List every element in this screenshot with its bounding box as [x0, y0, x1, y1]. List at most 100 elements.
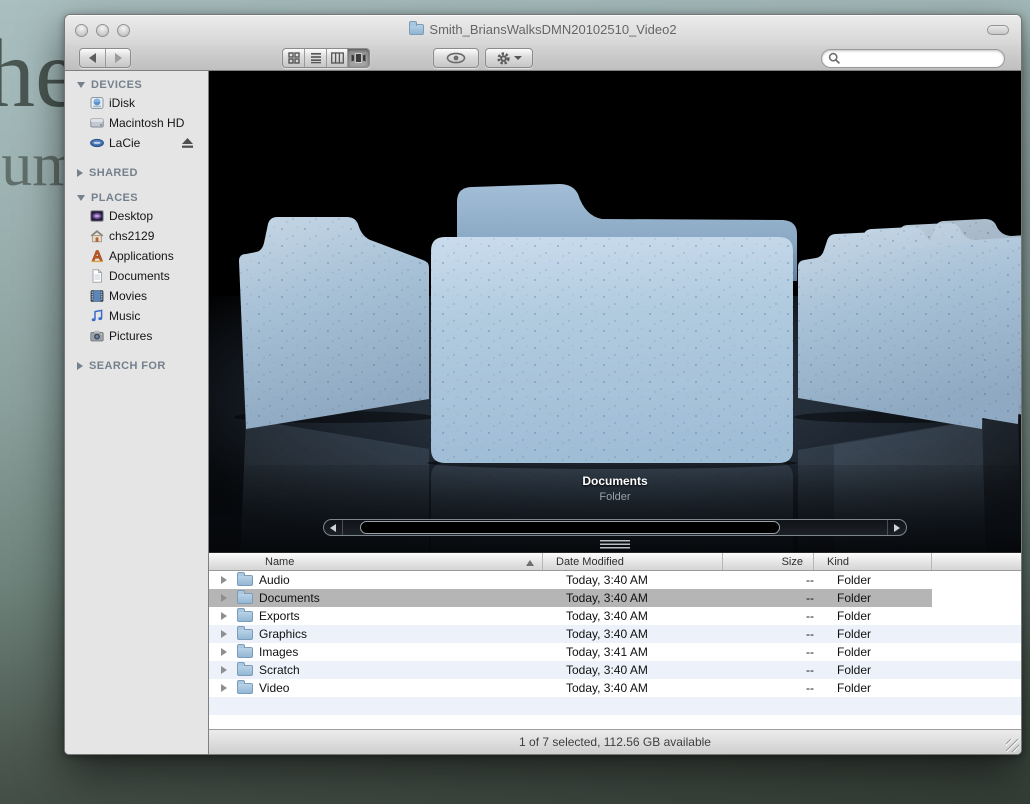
disclosure-triangle-icon[interactable] — [221, 576, 231, 584]
cell-size: -- — [733, 645, 824, 659]
scroll-left-button[interactable] — [324, 520, 343, 535]
titlebar[interactable]: Smith_BriansWalksDMN20102510_Video2 — [65, 15, 1021, 45]
coverflow-scrollbar[interactable] — [323, 519, 907, 536]
disclosure-triangle-icon[interactable] — [221, 630, 231, 638]
sidebar-item-home[interactable]: chs2129 — [65, 226, 208, 246]
forward-icon — [115, 53, 122, 63]
coverflow-scrollbar-thumb[interactable] — [360, 521, 780, 534]
sidebar-item-label: Movies — [109, 289, 147, 303]
column-header-size[interactable]: Size — [723, 553, 814, 570]
folder-icon — [237, 593, 253, 604]
sidebar-item-movies[interactable]: Movies — [65, 286, 208, 306]
eject-icon — [181, 137, 194, 149]
cell-kind: Folder — [824, 681, 942, 695]
cell-size: -- — [733, 663, 824, 677]
table-row-graphics[interactable]: Graphics Today, 3:40 AM -- Folder — [209, 625, 1021, 643]
cell-name: Audio — [259, 573, 553, 587]
list-view-icon — [310, 52, 322, 64]
group-label: SEARCH FOR — [89, 360, 166, 372]
scroll-left-icon — [330, 524, 336, 532]
sidebar-item-label: LaCie — [109, 136, 140, 150]
sidebar-item-desktop[interactable]: Desktop — [65, 206, 208, 226]
proxy-folder-icon[interactable] — [409, 24, 424, 35]
sidebar-item-lacie[interactable]: LaCie — [65, 133, 208, 153]
toolbar — [65, 45, 1021, 71]
folder-icon — [237, 647, 253, 658]
home-icon — [89, 229, 104, 244]
table-row-images[interactable]: Images Today, 3:41 AM -- Folder — [209, 643, 1021, 661]
status-text: 1 of 7 selected, 112.56 GB available — [519, 735, 711, 749]
icon-view-button[interactable] — [283, 49, 304, 67]
pane-resize-handle[interactable] — [600, 540, 630, 549]
hard-drive-icon — [89, 116, 104, 131]
sidebar-item-applications[interactable]: Applications — [65, 246, 208, 266]
sidebar-item-pictures[interactable]: Pictures — [65, 326, 208, 346]
disclosure-triangle-icon[interactable] — [221, 612, 231, 620]
table-row-documents[interactable]: Documents Today, 3:40 AM -- Folder — [209, 589, 1021, 607]
view-mode-control — [282, 48, 370, 68]
cell-date: Today, 3:40 AM — [553, 663, 733, 677]
table-row-video[interactable]: Video Today, 3:40 AM -- Folder — [209, 679, 1021, 697]
applications-icon — [89, 249, 104, 264]
forward-button[interactable] — [105, 49, 130, 67]
column-header-name[interactable]: Name — [209, 553, 543, 570]
sidebar-group-devices[interactable]: DEVICES — [65, 77, 208, 93]
group-label: DEVICES — [91, 79, 142, 91]
table-row-audio[interactable]: Audio Today, 3:40 AM -- Folder — [209, 571, 1021, 589]
toolbar-toggle-button[interactable] — [987, 25, 1009, 35]
folder-icon — [237, 683, 253, 694]
list-view-button[interactable] — [304, 49, 326, 67]
dropdown-caret-icon — [514, 56, 522, 64]
column-label: Date Modified — [556, 556, 624, 568]
group-label: SHARED — [89, 167, 138, 179]
disclosure-closed-icon[interactable] — [77, 169, 83, 177]
sidebar-group-search-for[interactable]: SEARCH FOR — [65, 358, 208, 374]
coverflow-view-button[interactable] — [347, 49, 369, 67]
column-view-button[interactable] — [326, 49, 348, 67]
sidebar-item-idisk[interactable]: iDisk — [65, 93, 208, 113]
sidebar-item-label: Music — [109, 309, 140, 323]
disclosure-triangle-icon[interactable] — [221, 648, 231, 656]
back-button[interactable] — [80, 49, 105, 67]
document-icon — [89, 269, 104, 284]
sidebar-item-documents[interactable]: Documents — [65, 266, 208, 286]
sidebar-item-label: Desktop — [109, 209, 153, 223]
cell-name: Images — [259, 645, 553, 659]
disclosure-closed-icon[interactable] — [77, 362, 83, 370]
sidebar-item-music[interactable]: Music — [65, 306, 208, 326]
window-title: Smith_BriansWalksDMN20102510_Video2 — [65, 22, 1021, 37]
scroll-right-button[interactable] — [887, 520, 906, 535]
cell-kind: Folder — [824, 591, 942, 605]
coverflow-pane[interactable]: Documents Folder — [209, 71, 1021, 553]
group-label: PLACES — [91, 192, 138, 204]
action-menu-button[interactable] — [485, 48, 533, 68]
sidebar-group-places[interactable]: PLACES — [65, 190, 208, 206]
column-header-kind[interactable]: Kind — [814, 553, 932, 570]
folder-icon — [237, 575, 253, 586]
disclosure-triangle-icon[interactable] — [221, 684, 231, 692]
coverflow-item-kind: Folder — [209, 491, 1021, 503]
sidebar: DEVICES iDisk Macintosh HD LaCie — [65, 71, 209, 754]
eject-button[interactable] — [181, 137, 194, 152]
resize-grip[interactable] — [1006, 739, 1019, 752]
disclosure-triangle-icon[interactable] — [221, 666, 231, 674]
music-icon — [89, 309, 104, 324]
quick-look-button[interactable] — [433, 48, 479, 68]
disclosure-open-icon[interactable] — [77, 82, 85, 88]
column-header-date-modified[interactable]: Date Modified — [543, 553, 723, 570]
sidebar-item-macintosh-hd[interactable]: Macintosh HD — [65, 113, 208, 133]
navigation-buttons — [79, 48, 131, 68]
disclosure-triangle-icon[interactable] — [221, 594, 231, 602]
cell-size: -- — [733, 609, 824, 623]
disclosure-open-icon[interactable] — [77, 195, 85, 201]
table-row-scratch[interactable]: Scratch Today, 3:40 AM -- Folder — [209, 661, 1021, 679]
search-field[interactable] — [821, 49, 1005, 68]
column-header-empty — [932, 553, 1021, 570]
sidebar-item-label: Pictures — [109, 329, 152, 343]
cell-size: -- — [733, 681, 824, 695]
cell-date: Today, 3:40 AM — [553, 591, 733, 605]
sidebar-group-shared[interactable]: SHARED — [65, 165, 208, 181]
scroll-right-icon — [894, 524, 900, 532]
table-row-exports[interactable]: Exports Today, 3:40 AM -- Folder — [209, 607, 1021, 625]
search-input[interactable] — [841, 52, 1004, 66]
